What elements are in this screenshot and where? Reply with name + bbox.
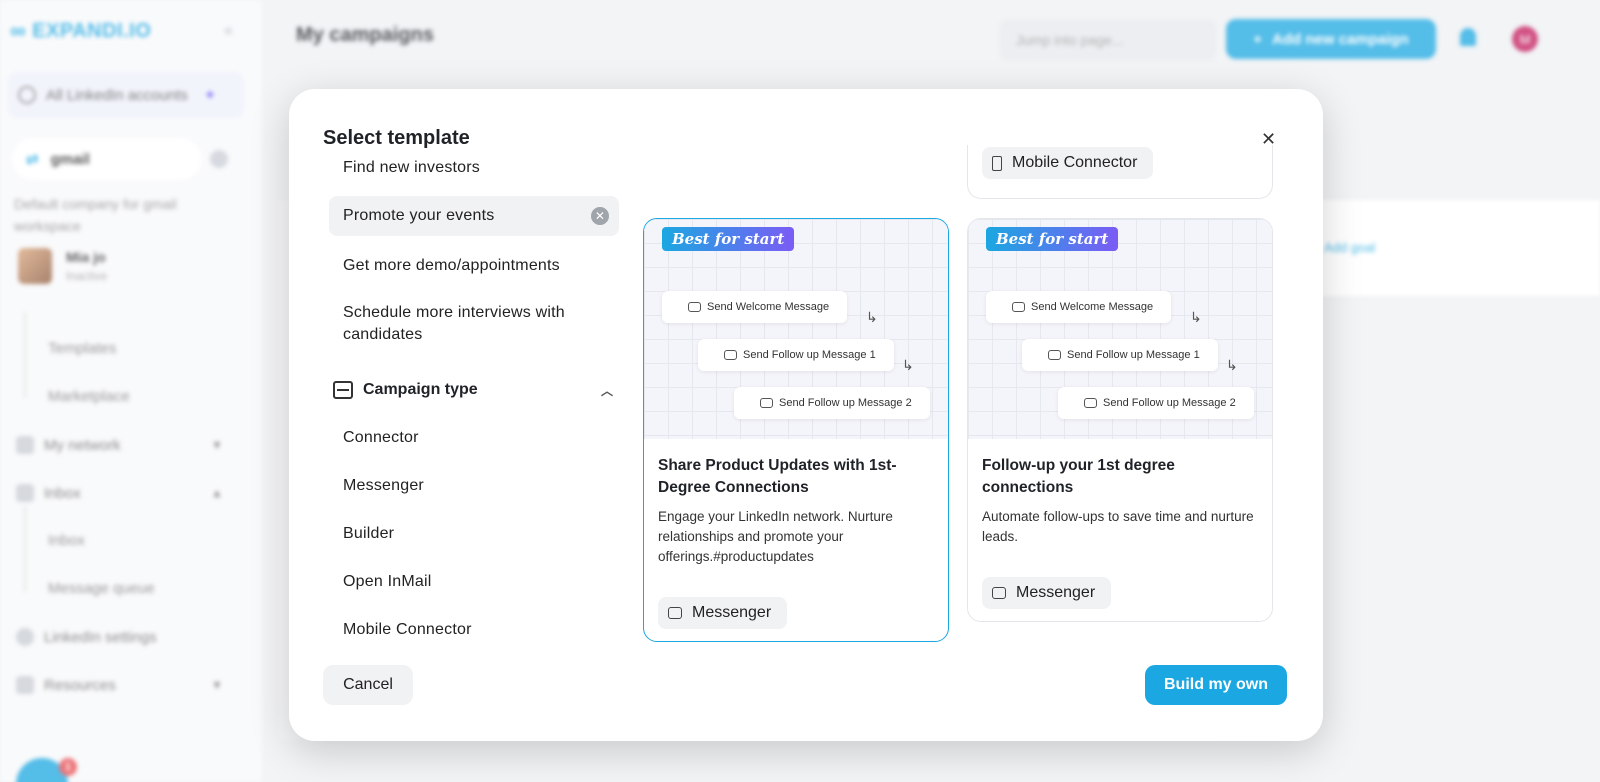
campaign-type-chip: Mobile Connector <box>982 147 1154 179</box>
type-builder[interactable]: Builder <box>329 523 619 545</box>
message-icon <box>992 587 1006 599</box>
goal-find-investors[interactable]: Find new investors <box>329 157 619 179</box>
arrow-icon: ↳ <box>1226 357 1238 373</box>
type-messenger[interactable]: Messenger <box>329 475 619 497</box>
message-icon <box>1084 398 1097 408</box>
message-icon <box>1048 350 1061 360</box>
template-card[interactable]: Best for start Send Welcome Message ↳ Se… <box>967 218 1273 622</box>
goal-demo-appointments[interactable]: Get more demo/appointments <box>329 255 619 277</box>
phone-icon <box>992 155 1002 171</box>
campaign-type-chip: Messenger <box>658 597 788 629</box>
build-my-own-button[interactable]: Build my own <box>1145 665 1287 705</box>
campaign-type-header[interactable]: Campaign type ︿ <box>333 381 613 399</box>
card-description: Automate follow-ups to save time and nur… <box>982 509 1254 544</box>
card-description: Engage your LinkedIn network. Nurture re… <box>658 509 893 564</box>
goal-schedule-interviews[interactable]: Schedule more interviews with candidates <box>329 302 619 346</box>
message-icon <box>724 350 737 360</box>
select-template-modal: Select template ✕ Find new investors Pro… <box>289 89 1323 741</box>
modal-title: Select template <box>323 127 470 149</box>
type-connector[interactable]: Connector <box>329 427 619 449</box>
campaign-type-chip: Messenger <box>982 577 1112 609</box>
step-follow-up-1: Send Follow up Message 1 <box>698 339 894 371</box>
clear-icon[interactable]: ✕ <box>591 207 609 225</box>
type-open-inmail[interactable]: Open InMail <box>329 571 619 593</box>
chevron-up-icon: ︿ <box>600 383 613 398</box>
type-mobile-connector[interactable]: Mobile Connector <box>329 619 619 641</box>
card-title: Share Product Updates with 1st-Degree Co… <box>658 457 897 496</box>
step-welcome: Send Welcome Message <box>662 291 848 323</box>
filter-list: Find new investors Promote your events ✕… <box>329 157 619 655</box>
best-for-start-badge: Best for start <box>662 227 795 251</box>
step-welcome: Send Welcome Message <box>986 291 1172 323</box>
template-card-partial[interactable]: Mobile Connector <box>967 145 1273 199</box>
card-title: Follow-up your 1st degree connections <box>982 457 1175 496</box>
template-card[interactable]: Best for start Send Welcome Message ↳ Se… <box>643 218 949 642</box>
card-preview: Best for start Send Welcome Message ↳ Se… <box>968 219 1272 439</box>
step-follow-up-1: Send Follow up Message 1 <box>1022 339 1218 371</box>
message-icon <box>688 302 701 312</box>
cancel-button[interactable]: Cancel <box>323 665 413 705</box>
message-icon <box>668 607 682 619</box>
goal-promote-events[interactable]: Promote your events ✕ <box>329 196 619 236</box>
arrow-icon: ↳ <box>902 357 914 373</box>
message-icon <box>760 398 773 408</box>
best-for-start-badge: Best for start <box>986 227 1119 251</box>
arrow-icon: ↳ <box>866 309 878 325</box>
campaign-type-icon <box>333 381 353 399</box>
card-preview: Best for start Send Welcome Message ↳ Se… <box>644 219 948 439</box>
message-icon <box>1012 302 1025 312</box>
step-follow-up-2: Send Follow up Message 2 <box>734 387 930 419</box>
step-follow-up-2: Send Follow up Message 2 <box>1058 387 1254 419</box>
arrow-icon: ↳ <box>1190 309 1202 325</box>
